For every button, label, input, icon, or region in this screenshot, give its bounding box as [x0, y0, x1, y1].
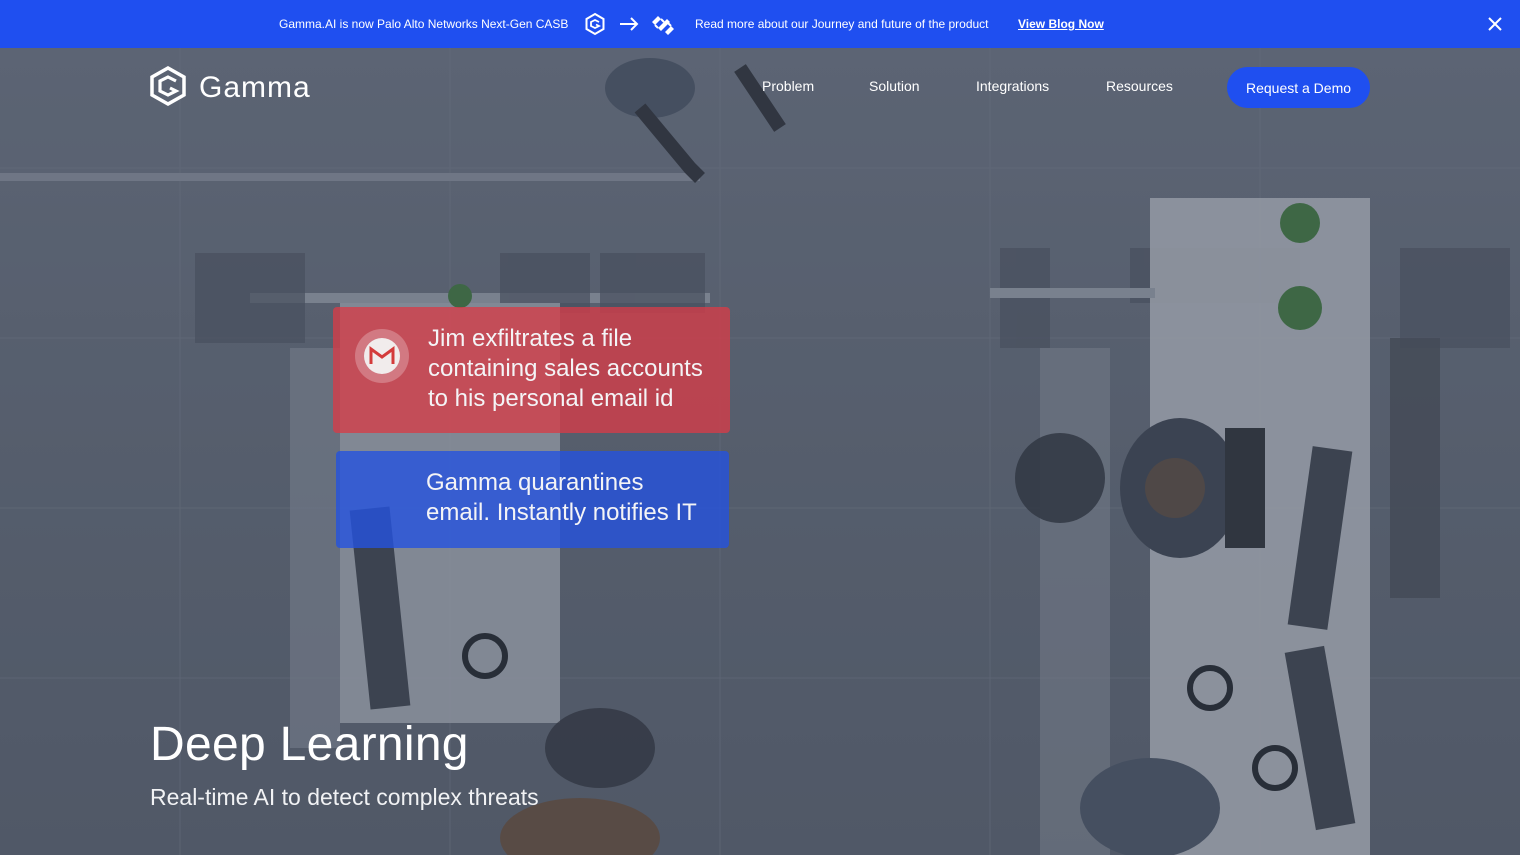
alert-line-1: Jim exfiltrates a file [428, 325, 633, 352]
brand-logo[interactable]: Gamma [149, 65, 311, 111]
request-demo-button[interactable]: Request a Demo [1227, 67, 1370, 108]
action-message: Gamma quarantines email. Instantly notif… [426, 468, 697, 528]
alert-line-3: to his personal email id [428, 385, 674, 412]
announcement-secondary-text: Read more about our Journey and future o… [695, 17, 989, 31]
hero-subtitle: Real-time AI to detect complex threats [150, 784, 539, 810]
palo-alto-logo-icon [650, 12, 674, 36]
hero-title: Deep Learning [150, 718, 469, 771]
announcement-bar: Gamma.AI is now Palo Alto Networks Next-… [0, 0, 1520, 48]
nav-integrations[interactable]: Integrations [976, 78, 1049, 94]
gamma-logo-icon [149, 65, 187, 111]
close-icon[interactable] [1485, 14, 1505, 34]
alert-card: Jim exfiltrates a file containing sales … [333, 307, 730, 433]
alert-line-2: containing sales accounts [428, 355, 703, 382]
nav-solution[interactable]: Solution [869, 78, 920, 94]
view-blog-link[interactable]: View Blog Now [1018, 17, 1104, 31]
nav-resources[interactable]: Resources [1106, 78, 1173, 94]
gamma-logo-icon [583, 12, 607, 36]
arrow-right-icon [617, 12, 641, 36]
gmail-icon [355, 329, 409, 383]
announcement-text: Gamma.AI is now Palo Alto Networks Next-… [279, 17, 569, 31]
alert-message: Jim exfiltrates a file containing sales … [428, 324, 703, 414]
nav-problem[interactable]: Problem [762, 78, 814, 94]
action-line-1: Gamma quarantines [426, 469, 644, 496]
action-line-2: email. Instantly notifies IT [426, 499, 697, 526]
brand-name: Gamma [199, 71, 311, 104]
action-card: Gamma quarantines email. Instantly notif… [336, 451, 729, 548]
